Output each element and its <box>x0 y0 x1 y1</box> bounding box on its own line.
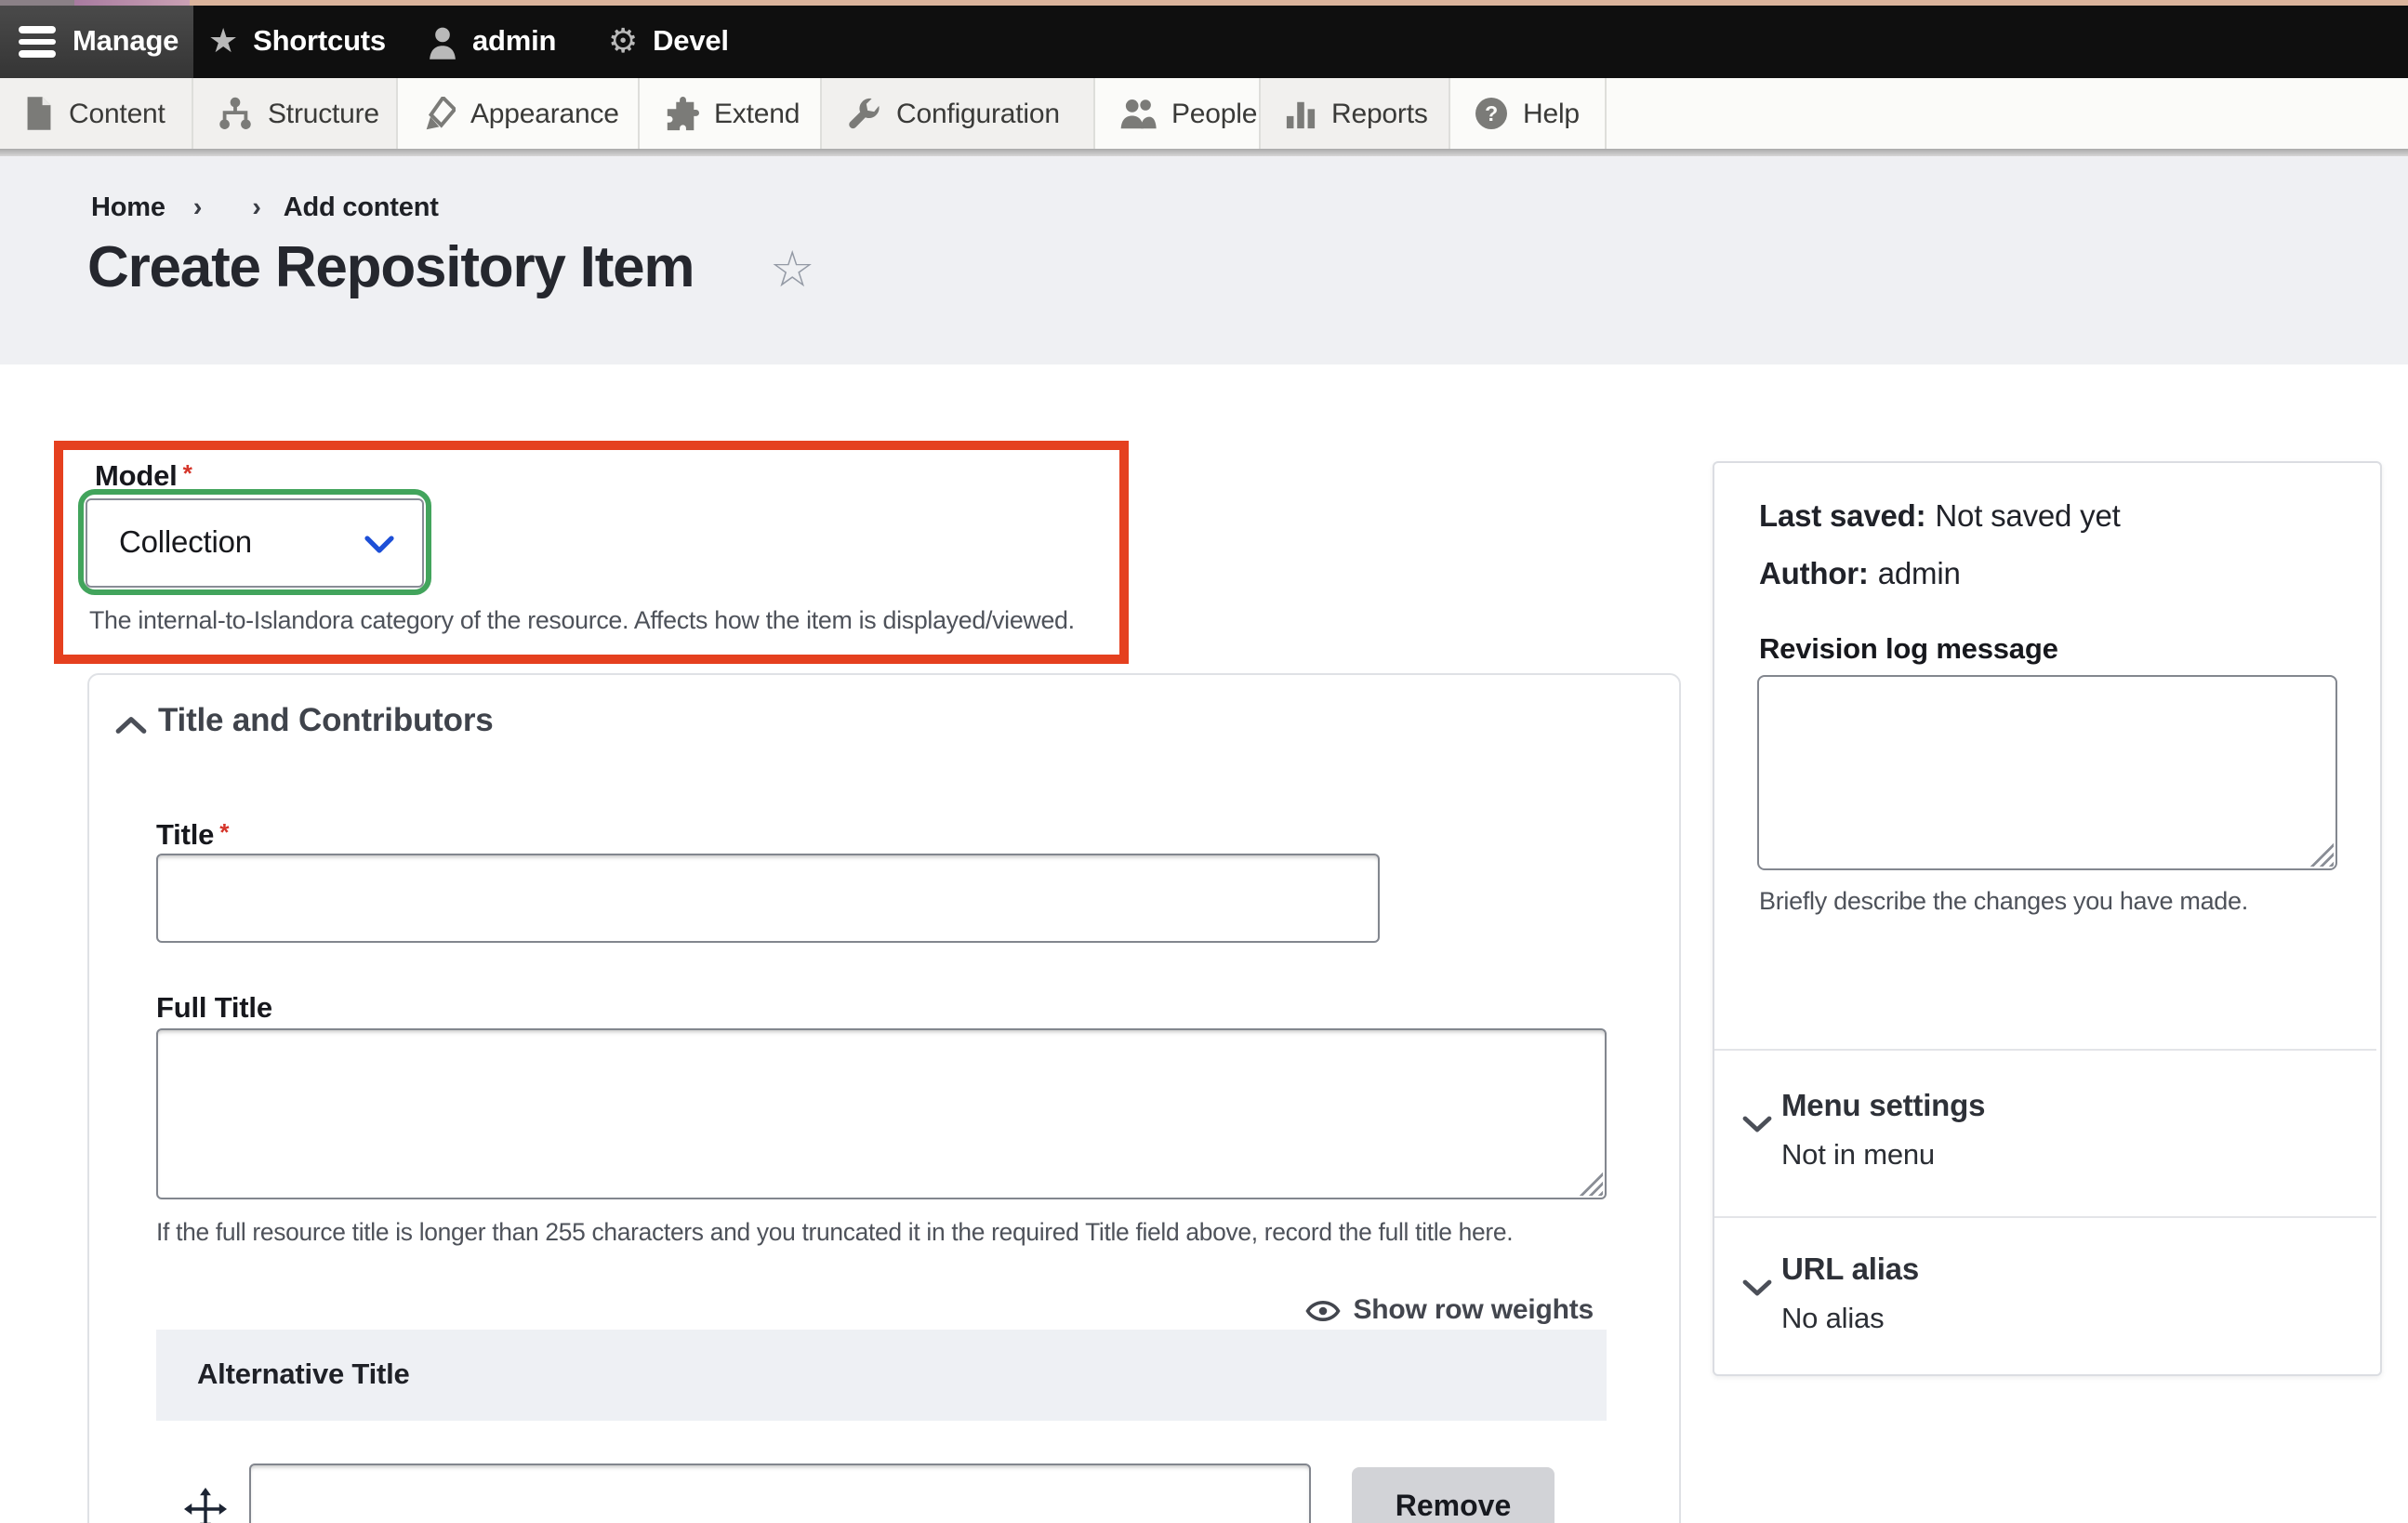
meta-sidebar: Last saved: Not saved yet Author: admin Re… <box>1713 461 2382 1376</box>
tab-content[interactable]: Content <box>0 78 193 149</box>
url-alias-toggle[interactable]: URL alias <box>1781 1253 1919 1289</box>
model-select[interactable]: Collection <box>86 498 424 588</box>
question-icon: ? <box>1475 97 1508 130</box>
page-header: Home › › Add content Create Repository I… <box>0 156 2408 364</box>
breadcrumb-separator: › <box>193 193 202 223</box>
menu-settings-toggle[interactable]: Menu settings <box>1781 1090 1985 1125</box>
show-row-weights-link[interactable]: Show row weights <box>1305 1294 1594 1326</box>
wrench-icon <box>846 96 881 131</box>
url-alias-value: No alias <box>1781 1304 1884 1337</box>
star-icon: ★ <box>208 25 238 59</box>
last-saved-row: Last saved: Not saved yet <box>1759 500 2121 536</box>
title-input[interactable] <box>156 854 1380 943</box>
breadcrumb-home-link[interactable]: Home <box>91 193 165 223</box>
tab-extend[interactable]: Extend <box>640 78 822 149</box>
svg-text:?: ? <box>1485 101 1498 126</box>
chevron-down-icon[interactable] <box>1742 1116 1772 1132</box>
menu-settings-value: Not in menu <box>1781 1140 1935 1173</box>
alt-title-table-header: Alternative Title <box>156 1330 1607 1421</box>
full-title-textarea[interactable] <box>156 1028 1607 1199</box>
tab-label: Structure <box>268 98 379 129</box>
toolbar-item-devel[interactable]: ⚙ Devel <box>608 6 729 78</box>
title-contributors-panel: Title and Contributors Title* Full Title… <box>87 673 1681 1523</box>
eye-icon <box>1305 1299 1341 1321</box>
breadcrumb-current[interactable]: Add content <box>284 193 439 223</box>
tab-reports[interactable]: Reports <box>1261 78 1450 149</box>
page-title: Create Repository Item <box>87 234 694 301</box>
chevron-up-icon[interactable] <box>115 716 147 735</box>
required-marker: * <box>219 818 229 846</box>
tab-people[interactable]: People <box>1095 78 1261 149</box>
author-value: admin <box>1878 558 1961 591</box>
tab-label: Reports <box>1331 98 1428 129</box>
full-title-label: Full Title <box>156 993 272 1026</box>
breadcrumb-separator: › <box>252 193 260 223</box>
revision-log-textarea[interactable] <box>1757 675 2337 870</box>
puzzle-icon <box>664 96 699 131</box>
revision-log-label: Revision log message <box>1759 634 2058 668</box>
paintbrush-icon <box>422 96 456 131</box>
sitemap-icon <box>218 96 253 131</box>
model-label: Model* <box>95 459 192 495</box>
toolbar-item-label: Manage <box>73 25 179 59</box>
barchart-icon <box>1285 98 1316 129</box>
tab-appearance[interactable]: Appearance <box>398 78 640 149</box>
tab-label: Configuration <box>896 98 1060 129</box>
breadcrumb: Home › › Add content <box>91 193 439 223</box>
hamburger-icon <box>19 26 56 58</box>
last-saved-value: Not saved yet <box>1935 500 2120 534</box>
toolbar-item-label: Devel <box>653 25 729 59</box>
tab-label: Help <box>1523 98 1580 129</box>
chevron-down-icon <box>364 536 394 554</box>
admin-menu-tray: Content Structure Appearance Extend Conf… <box>0 78 2408 149</box>
document-icon <box>24 97 54 130</box>
tray-shadow <box>0 149 2408 156</box>
tab-help[interactable]: ? Help <box>1450 78 1607 149</box>
user-icon <box>428 25 457 59</box>
title-label: Title* <box>156 818 229 854</box>
required-marker: * <box>183 459 192 487</box>
section-heading[interactable]: Title and Contributors <box>158 701 494 740</box>
tab-configuration[interactable]: Configuration <box>822 78 1095 149</box>
toolbar-item-shortcuts[interactable]: ★ Shortcuts <box>208 6 386 78</box>
drag-handle-icon[interactable] <box>184 1488 227 1523</box>
tab-label: Appearance <box>470 98 619 129</box>
star-outline-icon[interactable]: ☆ <box>770 245 814 296</box>
tab-structure[interactable]: Structure <box>193 78 398 149</box>
chevron-down-icon[interactable] <box>1742 1279 1772 1296</box>
people-icon <box>1119 97 1157 130</box>
toolbar-item-label: admin <box>472 25 556 59</box>
toolbar-item-admin[interactable]: admin <box>428 6 556 78</box>
author-row: Author: admin <box>1759 558 1961 593</box>
tab-label: People <box>1171 98 1257 129</box>
full-title-help-text: If the full resource title is longer tha… <box>156 1218 1625 1246</box>
revision-log-help-text: Briefly describe the changes you have ma… <box>1759 887 2248 915</box>
alt-title-input[interactable] <box>249 1463 1311 1523</box>
gear-icon: ⚙ <box>608 25 638 59</box>
tab-label: Extend <box>714 98 800 129</box>
last-saved-label: Last saved: <box>1759 500 1925 534</box>
admin-toolbar: Manage ★ Shortcuts admin ⚙ Devel <box>0 6 2408 78</box>
author-label: Author: <box>1759 558 1869 591</box>
model-select-value: Collection <box>119 525 252 561</box>
remove-button[interactable]: Remove <box>1352 1467 1555 1523</box>
divider <box>1714 1216 2376 1218</box>
toolbar-item-manage[interactable]: Manage <box>0 6 193 78</box>
tab-label: Content <box>69 98 165 129</box>
toolbar-item-label: Shortcuts <box>253 25 386 59</box>
divider <box>1714 1049 2376 1051</box>
model-help-text: The internal-to-Islandora category of th… <box>89 606 1131 634</box>
page: Manage ★ Shortcuts admin ⚙ Devel Content… <box>0 0 2408 1523</box>
